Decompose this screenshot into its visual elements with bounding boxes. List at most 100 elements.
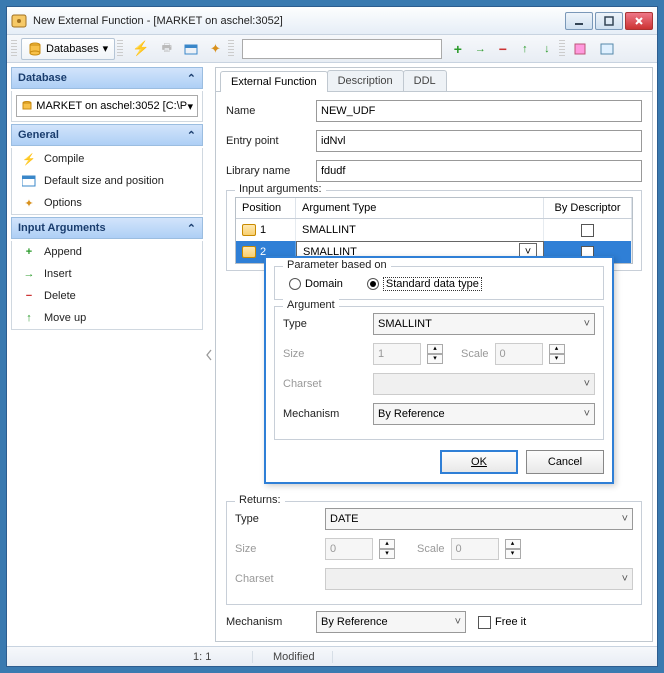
combo-value: SMALLINT bbox=[378, 318, 432, 330]
menu-item-label: Append bbox=[44, 246, 82, 258]
menu-item-label: Delete bbox=[44, 290, 76, 302]
size-spinner: ▴▾ bbox=[427, 344, 443, 364]
input-args-panel-header[interactable]: Input Arguments ⌃ bbox=[11, 217, 203, 239]
arg-icon bbox=[242, 224, 256, 236]
database-header-label: Database bbox=[18, 72, 67, 84]
window-icon bbox=[22, 174, 36, 188]
grid-header-descriptor[interactable]: By Descriptor bbox=[544, 198, 632, 218]
entry-label: Entry point bbox=[226, 135, 316, 147]
menu-options[interactable]: ✦Options bbox=[12, 192, 202, 214]
argument-editor-popup: Parameter based on Domain Standard data … bbox=[264, 256, 614, 484]
radio-domain[interactable]: Domain bbox=[289, 277, 343, 291]
title-bar: New External Function - [MARKET on asche… bbox=[7, 7, 657, 35]
compile-button[interactable]: ⚡ bbox=[127, 38, 154, 60]
up-button[interactable]: ↑ bbox=[515, 38, 535, 60]
tab-ddl[interactable]: DDL bbox=[403, 70, 447, 91]
tab-description[interactable]: Description bbox=[327, 70, 404, 91]
grid-row[interactable]: 1 SMALLINT bbox=[236, 219, 632, 241]
window-title: New External Function - [MARKET on asche… bbox=[33, 15, 565, 27]
menu-delete[interactable]: −Delete bbox=[12, 285, 202, 307]
down-button[interactable]: ↓ bbox=[537, 38, 557, 60]
popup-charset-label: Charset bbox=[283, 378, 373, 390]
popup-type-label: Type bbox=[283, 318, 373, 330]
default-size-button[interactable] bbox=[179, 38, 203, 60]
menu-move-up[interactable]: ↑Move up bbox=[12, 307, 202, 329]
returns-charset-label: Charset bbox=[235, 573, 325, 585]
arrow-right-icon: → bbox=[22, 267, 36, 281]
freeit-label: Free it bbox=[495, 616, 526, 628]
popup-size-label: Size bbox=[283, 348, 373, 360]
database-selector[interactable]: MARKET on aschel:3052 [C:\Pro ▾ bbox=[16, 95, 198, 117]
returns-size-input bbox=[325, 538, 373, 560]
add-button[interactable]: + bbox=[448, 38, 468, 60]
dropdown-icon: ˅ bbox=[455, 616, 461, 628]
ext-tool-2[interactable] bbox=[595, 38, 619, 60]
menu-insert[interactable]: → Insert bbox=[12, 263, 202, 285]
minimize-button[interactable] bbox=[565, 12, 593, 30]
param-legend: Parameter based on bbox=[283, 259, 391, 271]
plus-icon: + bbox=[22, 245, 36, 259]
remove-button[interactable]: − bbox=[493, 38, 513, 60]
popup-mechanism-label: Mechanism bbox=[283, 408, 373, 420]
library-input[interactable] bbox=[316, 160, 642, 182]
radio-standard[interactable]: Standard data type bbox=[367, 277, 482, 291]
database-panel-header[interactable]: Database ⌃ bbox=[11, 67, 203, 89]
returns-type-combo[interactable]: DATE˅ bbox=[325, 508, 633, 530]
ext-tool-1[interactable] bbox=[569, 38, 593, 60]
popup-scale-label: Scale bbox=[461, 348, 489, 360]
menu-default-size[interactable]: Default size and position bbox=[12, 170, 202, 192]
menu-compile[interactable]: ⚡Compile bbox=[12, 148, 202, 170]
maximize-button[interactable] bbox=[595, 12, 623, 30]
returns-charset-combo: ˅ bbox=[325, 568, 633, 590]
splitter[interactable] bbox=[205, 67, 213, 642]
returns-mechanism-label: Mechanism bbox=[226, 616, 316, 628]
popup-mechanism-combo[interactable]: By Reference ˅ bbox=[373, 403, 595, 425]
collapse-icon: ⌃ bbox=[187, 222, 196, 235]
grid-header-type[interactable]: Argument Type bbox=[296, 198, 544, 218]
dropdown-icon: ˅ bbox=[584, 318, 590, 330]
databases-dropdown[interactable]: Databases ▾ bbox=[21, 38, 115, 60]
next-button[interactable]: → bbox=[470, 38, 491, 60]
returns-mechanism-combo[interactable]: By Reference ˅ bbox=[316, 611, 466, 633]
radio-label: Domain bbox=[305, 278, 343, 290]
tab-external-function[interactable]: External Function bbox=[220, 71, 328, 92]
input-args-header-label: Input Arguments bbox=[18, 222, 106, 234]
dropdown-icon: ˅ bbox=[584, 408, 590, 420]
menu-item-label: Default size and position bbox=[44, 175, 164, 187]
grid-header-position[interactable]: Position bbox=[236, 198, 296, 218]
cell-type: SMALLINT bbox=[302, 224, 356, 236]
library-label: Library name bbox=[226, 165, 316, 177]
entry-input[interactable] bbox=[316, 130, 642, 152]
name-input[interactable] bbox=[316, 100, 642, 122]
freeit-checkbox[interactable] bbox=[478, 616, 491, 629]
close-button[interactable] bbox=[625, 12, 653, 30]
cancel-button[interactable]: Cancel bbox=[526, 450, 604, 474]
by-desc-checkbox[interactable] bbox=[581, 224, 594, 237]
popup-type-combo[interactable]: SMALLINT ˅ bbox=[373, 313, 595, 335]
returns-type-label: Type bbox=[235, 513, 325, 525]
database-selector-text: MARKET on aschel:3052 [C:\Pro bbox=[36, 100, 187, 112]
menu-append[interactable]: + Append bbox=[12, 241, 202, 263]
print-button[interactable]: 🖶 bbox=[157, 38, 177, 60]
toolbar-grip bbox=[559, 40, 565, 58]
general-header-label: General bbox=[18, 129, 59, 141]
returns-size-label: Size bbox=[235, 543, 325, 555]
ok-button[interactable]: OK bbox=[440, 450, 518, 474]
options-button[interactable]: ✦ bbox=[205, 38, 226, 60]
combo-value: By Reference bbox=[378, 408, 445, 420]
combo-value: By Reference bbox=[321, 616, 388, 628]
returns-scale-label: Scale bbox=[417, 543, 445, 555]
dropdown-icon: ˅ bbox=[622, 513, 628, 525]
toolbar-grip bbox=[117, 40, 123, 58]
menu-item-label: Insert bbox=[44, 268, 72, 280]
app-window: New External Function - [MARKET on asche… bbox=[6, 6, 658, 667]
navigation-combo[interactable] bbox=[242, 39, 442, 59]
arrow-up-icon: ↑ bbox=[22, 311, 36, 325]
menu-item-label: Options bbox=[44, 197, 82, 209]
status-position: 1: 1 bbox=[193, 651, 253, 663]
status-modified: Modified bbox=[273, 651, 333, 663]
dropdown-icon: ▾ bbox=[187, 100, 193, 113]
argument-legend: Argument bbox=[283, 299, 339, 311]
popup-charset-combo: ˅ bbox=[373, 373, 595, 395]
general-panel-header[interactable]: General ⌃ bbox=[11, 124, 203, 146]
